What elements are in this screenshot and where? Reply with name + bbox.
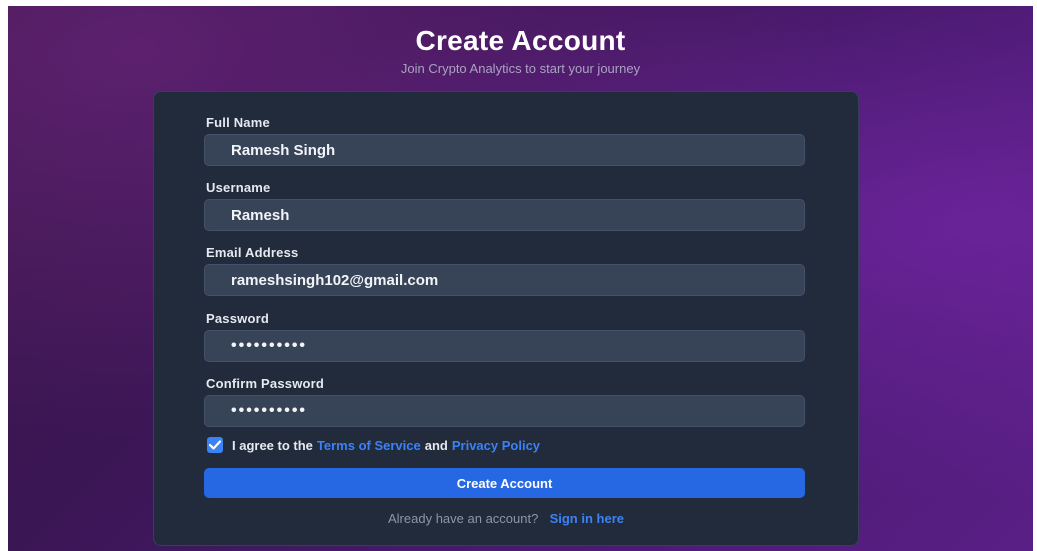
email-input[interactable]	[204, 264, 805, 296]
full-name-label: Full Name	[206, 115, 270, 130]
password-input[interactable]	[204, 330, 805, 362]
signin-prompt-text: Already have an account?	[388, 511, 539, 526]
page-subtitle: Join Crypto Analytics to start your jour…	[400, 61, 641, 76]
agree-text-and: and	[424, 437, 448, 453]
signup-card: Full Name Username Email Address Passwor…	[153, 91, 859, 546]
page-title: Create Account	[415, 25, 626, 56]
confirm-password-label: Confirm Password	[206, 376, 325, 391]
password-label: Password	[206, 311, 270, 326]
sign-in-link[interactable]: Sign in here	[550, 511, 624, 526]
terms-of-service-link[interactable]: Terms of Service	[317, 438, 421, 453]
signin-prompt-row: Already have an account? Sign in here	[154, 511, 858, 526]
page-background: Create Account Join Crypto Analytics to …	[8, 6, 1033, 551]
checkmark-icon	[209, 440, 221, 450]
email-label: Email Address	[206, 245, 299, 260]
username-label: Username	[206, 180, 271, 195]
agree-checkbox[interactable]	[207, 437, 223, 453]
page-header: Create Account Join Crypto Analytics to …	[8, 24, 1033, 78]
username-input[interactable]	[204, 199, 805, 231]
agree-text-prefix: I agree to the	[232, 437, 313, 453]
full-name-input[interactable]	[204, 134, 805, 166]
privacy-policy-link[interactable]: Privacy Policy	[452, 438, 540, 453]
terms-agreement-row: I agree to the Terms of Service and Priv…	[207, 436, 540, 454]
confirm-password-input[interactable]	[204, 395, 805, 427]
create-account-button[interactable]: Create Account	[204, 468, 805, 498]
